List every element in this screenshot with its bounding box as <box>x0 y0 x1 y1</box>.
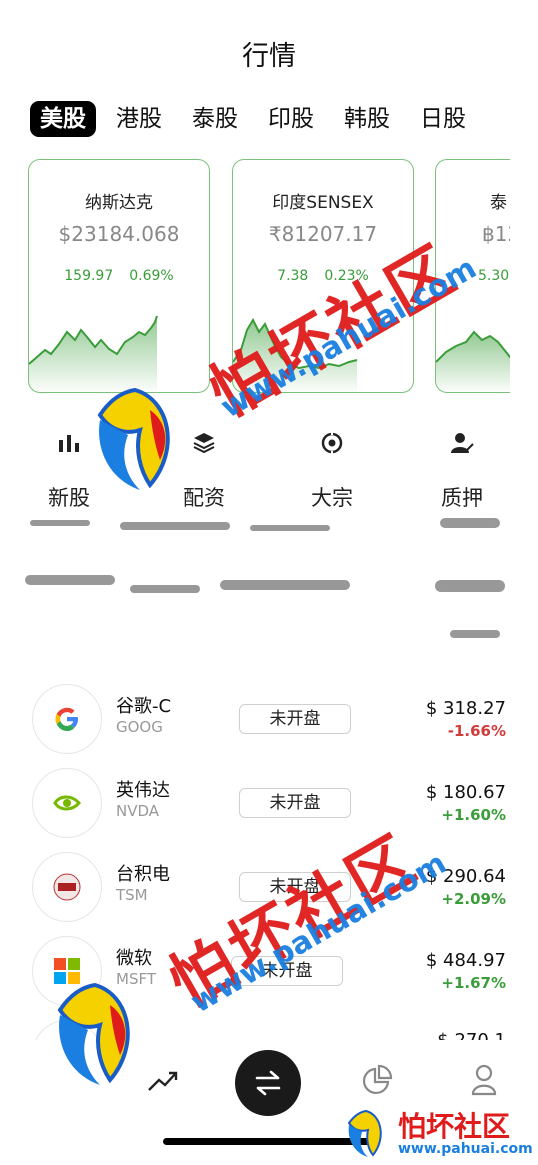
fish-logo-icon <box>57 982 130 1085</box>
tab-in[interactable]: 印股 <box>258 101 324 137</box>
pie-chart-icon[interactable] <box>361 1064 393 1096</box>
index-price: $23184.068 <box>58 222 180 246</box>
tab-us[interactable]: 美股 <box>30 101 96 137</box>
index-change: 7.38 <box>277 268 309 284</box>
stock-name: 微软 <box>116 948 152 969</box>
stock-price: $ 180.67 <box>425 782 506 803</box>
user-icon[interactable] <box>470 1064 498 1096</box>
tab-th[interactable]: 泰股 <box>182 101 248 137</box>
market-status-badge: 未开盘 <box>239 704 351 734</box>
stock-code: TSM <box>116 886 148 904</box>
stock-name: 谷歌-C <box>116 696 172 717</box>
stock-change: -1.66% <box>447 722 506 740</box>
trend-icon[interactable] <box>147 1068 179 1094</box>
brand-name: 怕坏社区 <box>398 1110 511 1143</box>
market-tabs: 美股 港股 泰股 印股 韩股 日股 <box>30 101 486 137</box>
tab-hk[interactable]: 港股 <box>106 101 172 137</box>
blurred-banner <box>25 518 505 638</box>
swap-icon <box>255 1070 281 1096</box>
market-status-badge: 未开盘 <box>239 788 351 818</box>
index-change: 5.30 <box>478 268 510 284</box>
stock-change: +1.67% <box>441 974 506 992</box>
stock-name: 台积电 <box>116 864 170 885</box>
fish-logo-icon <box>347 1109 382 1157</box>
page-title: 行情 <box>242 41 296 72</box>
stock-price: $ 484.97 <box>425 950 506 971</box>
stock-code: NVDA <box>116 802 160 820</box>
index-name: 泰 <box>490 193 507 213</box>
tsmc-logo <box>32 852 102 922</box>
nvidia-logo <box>32 768 102 838</box>
stock-code: GOOG <box>116 718 163 736</box>
index-card-nasdaq[interactable]: 纳斯达克 $23184.068 159.97 0.69% <box>28 159 210 393</box>
trade-button[interactable] <box>235 1050 301 1116</box>
index-change-pct: 0.69% <box>129 268 174 284</box>
layers-icon <box>193 433 215 454</box>
brand-url: www.pahuai.com <box>398 1141 533 1157</box>
tab-kr[interactable]: 韩股 <box>334 101 400 137</box>
target-icon <box>321 431 343 455</box>
stock-change: +1.60% <box>441 806 506 824</box>
index-name: 印度SENSEX <box>272 193 374 213</box>
index-sparkline <box>29 315 158 392</box>
stock-row-nvda[interactable]: 英伟达 NVDA 未开盘 $ 180.67 +1.60% <box>0 760 538 844</box>
stock-change: +2.09% <box>441 890 506 908</box>
fish-logo-icon <box>97 387 170 490</box>
stock-row-goog[interactable]: 谷歌-C GOOG 未开盘 $ 318.27 -1.66% <box>0 676 538 760</box>
index-change: 159.97 <box>64 268 114 284</box>
stock-price: $ 318.27 <box>425 698 506 719</box>
index-sparkline <box>436 330 510 392</box>
tab-jp[interactable]: 日股 <box>410 101 476 137</box>
chart-bar-icon <box>59 435 79 452</box>
stock-name: 英伟达 <box>116 780 170 801</box>
index-price: ฿12 <box>482 222 510 246</box>
google-logo <box>32 684 102 754</box>
index-name: 纳斯达克 <box>85 193 153 213</box>
user-pen-icon <box>451 433 474 453</box>
